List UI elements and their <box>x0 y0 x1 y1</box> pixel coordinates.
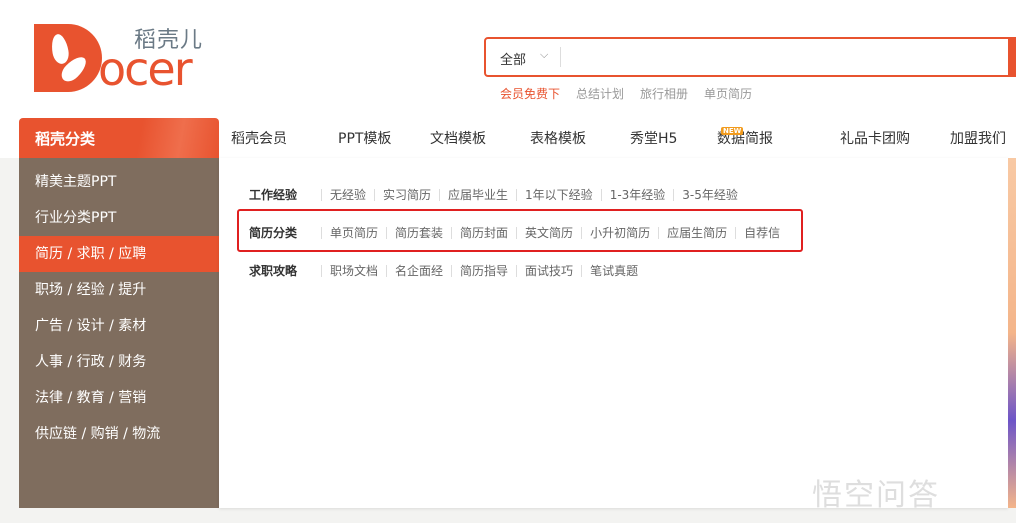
sidebar-item[interactable]: 供应链 / 购销 / 物流 <box>19 416 219 452</box>
nav-item[interactable]: 文档模板 <box>430 128 530 148</box>
nav-item[interactable]: 稻壳会员 <box>231 128 338 148</box>
docer-logo[interactable]: 稻壳儿 ocer <box>34 22 209 94</box>
nav-item[interactable]: 秀堂H5 <box>630 128 717 148</box>
nav-item[interactable]: 加盟我们 <box>950 128 1006 148</box>
sidebar-item[interactable]: 职场 / 经验 / 提升 <box>19 272 219 308</box>
sidebar-item[interactable]: 法律 / 教育 / 营销 <box>19 380 219 416</box>
hot-link[interactable]: 总结计划 <box>576 85 624 102</box>
search-button[interactable] <box>1008 37 1016 77</box>
watermark: 悟空问答 <box>812 478 940 513</box>
search-box: 全部 ⌵ <box>484 37 1016 77</box>
row-title: 求职攻略 <box>249 264 298 278</box>
chevron-down-icon[interactable]: ⌵ <box>540 48 548 62</box>
row-link[interactable]: 面试技巧 <box>516 264 581 277</box>
row-link[interactable]: 1年以下经验 <box>516 188 601 201</box>
header: 稻壳儿 ocer 全部 ⌵ 会员免费下 总结计划 旅行相册 单页简历 稻壳分类 … <box>0 0 1016 158</box>
nav-item[interactable]: 礼品卡团购 <box>840 128 950 148</box>
logo-mark <box>34 24 102 92</box>
category-header[interactable]: 稻壳分类 <box>19 118 219 158</box>
row-link[interactable]: 应届毕业生 <box>439 188 516 201</box>
nav-item[interactable]: PPT模板 <box>338 128 430 148</box>
row-link[interactable]: 实习简历 <box>374 188 439 201</box>
banner-image <box>1008 158 1016 508</box>
logo-en: ocer <box>98 42 193 96</box>
panel-row: 工作经验 无经验 实习简历 应届毕业生 1年以下经验 1-3年经验 3-5年经验 <box>249 186 746 203</box>
row-link[interactable]: 职场文档 <box>321 264 386 277</box>
row-link[interactable]: 1-3年经验 <box>600 188 674 201</box>
sidebar-item-active[interactable]: 简历 / 求职 / 应聘 <box>19 236 219 272</box>
search-input[interactable] <box>566 43 986 71</box>
row-link[interactable]: 名企面经 <box>386 264 451 277</box>
hot-link[interactable]: 单页简历 <box>704 85 752 102</box>
nav-item-data-report[interactable]: 数据简报NEW <box>717 127 840 148</box>
row-link[interactable]: 笔试真题 <box>581 264 646 277</box>
main-nav: 稻壳会员 PPT模板 文档模板 表格模板 秀堂H5 数据简报NEW 礼品卡团购 … <box>231 127 1006 148</box>
hot-searches: 会员免费下 总结计划 旅行相册 单页简历 <box>500 85 752 102</box>
search-scope-select[interactable]: 全部 <box>500 49 526 68</box>
row-title: 工作经验 <box>249 188 298 202</box>
highlight-box <box>237 209 803 252</box>
sidebar-item[interactable]: 精美主题PPT <box>19 164 219 200</box>
new-badge: NEW <box>721 127 744 135</box>
hot-link[interactable]: 会员免费下 <box>500 85 560 102</box>
row-link[interactable]: 简历指导 <box>451 264 516 277</box>
sidebar-item[interactable]: 人事 / 行政 / 财务 <box>19 344 219 380</box>
row-link[interactable]: 无经验 <box>321 188 374 201</box>
hot-link[interactable]: 旅行相册 <box>640 85 688 102</box>
row-link[interactable]: 3-5年经验 <box>673 188 746 201</box>
category-sidebar: 精美主题PPT 行业分类PPT 简历 / 求职 / 应聘 职场 / 经验 / 提… <box>19 158 219 508</box>
sidebar-item[interactable]: 行业分类PPT <box>19 200 219 236</box>
sidebar-item[interactable]: 广告 / 设计 / 素材 <box>19 308 219 344</box>
panel-row: 求职攻略 职场文档 名企面经 简历指导 面试技巧 笔试真题 <box>249 262 646 279</box>
divider <box>560 47 561 67</box>
nav-item[interactable]: 表格模板 <box>530 128 630 148</box>
